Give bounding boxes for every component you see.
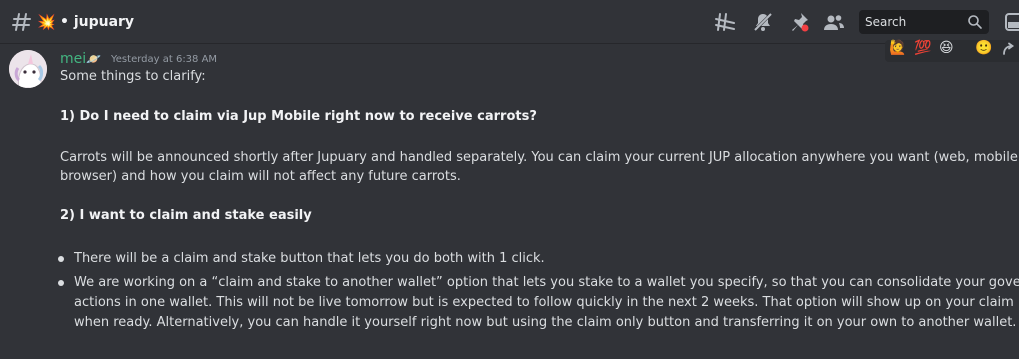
message-line: Some things to clarify: — [60, 69, 206, 84]
bullet-icon — [58, 280, 64, 286]
search-box[interactable]: Search — [859, 10, 989, 34]
message-author[interactable]: mei — [60, 49, 86, 69]
members-icon[interactable] — [823, 11, 845, 33]
add-reaction-icon[interactable]: 🙂 — [975, 39, 992, 57]
channel-header: 💥 • jupuary Search — [0, 0, 1019, 44]
avatar[interactable] — [9, 50, 47, 88]
list-item: There will be a claim and stake button t… — [74, 251, 545, 266]
author-planet-emoji-icon: 🪐 — [86, 52, 101, 66]
list-item: We are working on a “claim and stake to … — [74, 275, 1019, 290]
channel-name: • jupuary — [60, 14, 135, 30]
message-line: Carrots will be announced shortly after … — [60, 150, 1018, 165]
list-item-continued: actions in one wallet. This will not be … — [74, 295, 1019, 310]
bullet-icon — [58, 256, 64, 262]
message-heading: 2) I want to claim and stake easily — [60, 208, 312, 223]
search-input[interactable]: Search — [865, 14, 906, 30]
pin-icon[interactable] — [788, 11, 810, 33]
reaction-emoji[interactable]: 💯 — [914, 39, 931, 57]
search-icon — [968, 15, 982, 29]
reaction-emoji[interactable]: 😆 — [939, 39, 954, 57]
unicorn-avatar-icon — [9, 50, 47, 88]
notification-muted-icon[interactable] — [752, 11, 774, 33]
list-item-continued: when ready. Alternatively, you can handl… — [74, 315, 1017, 330]
reply-arrow-icon[interactable] — [1000, 42, 1016, 58]
message-line: browser) and how you claim will not affe… — [60, 169, 461, 184]
hashtag-slash-icon — [12, 13, 31, 31]
message-heading: 1) Do I need to claim via Jup Mobile rig… — [60, 109, 537, 124]
reaction-emoji[interactable]: 🙋 — [889, 39, 906, 57]
explosion-emoji-icon: 💥 — [37, 13, 56, 31]
message-timestamp: Yesterday at 6:38 AM — [111, 54, 218, 65]
threads-icon[interactable] — [714, 11, 736, 33]
inbox-icon[interactable] — [1003, 11, 1019, 33]
